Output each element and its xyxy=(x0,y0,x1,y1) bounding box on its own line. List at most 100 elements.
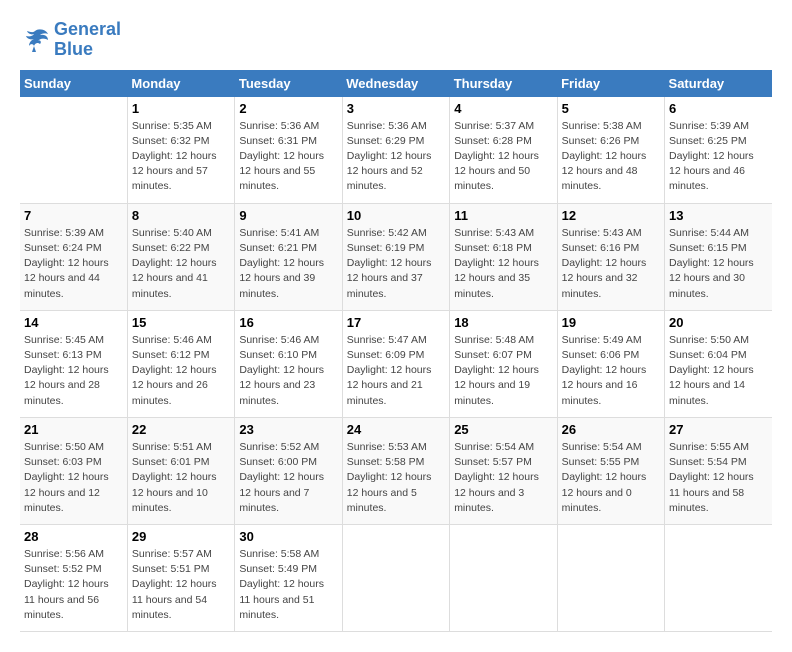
day-number: 6 xyxy=(669,101,768,116)
day-info: Sunrise: 5:44 AM Sunset: 6:15 PM Dayligh… xyxy=(669,226,768,302)
calendar-table: SundayMondayTuesdayWednesdayThursdayFrid… xyxy=(20,70,772,632)
day-cell: 1 Sunrise: 5:35 AM Sunset: 6:32 PM Dayli… xyxy=(127,97,234,204)
day-number: 21 xyxy=(24,422,123,437)
day-number: 2 xyxy=(239,101,337,116)
day-cell: 18 Sunrise: 5:48 AM Sunset: 6:07 PM Dayl… xyxy=(450,310,557,417)
day-number: 25 xyxy=(454,422,552,437)
day-info: Sunrise: 5:55 AM Sunset: 5:54 PM Dayligh… xyxy=(669,440,768,516)
day-info: Sunrise: 5:38 AM Sunset: 6:26 PM Dayligh… xyxy=(562,119,660,195)
day-cell: 28 Sunrise: 5:56 AM Sunset: 5:52 PM Dayl… xyxy=(20,524,127,631)
day-number: 29 xyxy=(132,529,230,544)
day-cell: 12 Sunrise: 5:43 AM Sunset: 6:16 PM Dayl… xyxy=(557,203,664,310)
day-number: 18 xyxy=(454,315,552,330)
day-info: Sunrise: 5:53 AM Sunset: 5:58 PM Dayligh… xyxy=(347,440,445,516)
day-number: 8 xyxy=(132,208,230,223)
day-cell: 27 Sunrise: 5:55 AM Sunset: 5:54 PM Dayl… xyxy=(665,417,772,524)
day-cell: 20 Sunrise: 5:50 AM Sunset: 6:04 PM Dayl… xyxy=(665,310,772,417)
day-cell xyxy=(557,524,664,631)
logo: General Blue xyxy=(20,20,121,60)
day-cell: 7 Sunrise: 5:39 AM Sunset: 6:24 PM Dayli… xyxy=(20,203,127,310)
page-header: General Blue xyxy=(20,20,772,60)
day-cell: 29 Sunrise: 5:57 AM Sunset: 5:51 PM Dayl… xyxy=(127,524,234,631)
day-cell: 10 Sunrise: 5:42 AM Sunset: 6:19 PM Dayl… xyxy=(342,203,449,310)
day-info: Sunrise: 5:52 AM Sunset: 6:00 PM Dayligh… xyxy=(239,440,337,516)
day-header-saturday: Saturday xyxy=(665,70,772,97)
day-number: 28 xyxy=(24,529,123,544)
day-number: 11 xyxy=(454,208,552,223)
day-number: 10 xyxy=(347,208,445,223)
day-cell: 25 Sunrise: 5:54 AM Sunset: 5:57 PM Dayl… xyxy=(450,417,557,524)
day-number: 4 xyxy=(454,101,552,116)
day-cell: 6 Sunrise: 5:39 AM Sunset: 6:25 PM Dayli… xyxy=(665,97,772,204)
day-number: 13 xyxy=(669,208,768,223)
day-header-thursday: Thursday xyxy=(450,70,557,97)
day-cell: 15 Sunrise: 5:46 AM Sunset: 6:12 PM Dayl… xyxy=(127,310,234,417)
day-number: 12 xyxy=(562,208,660,223)
day-number: 19 xyxy=(562,315,660,330)
day-header-friday: Friday xyxy=(557,70,664,97)
day-number: 24 xyxy=(347,422,445,437)
day-cell xyxy=(342,524,449,631)
calendar-header: SundayMondayTuesdayWednesdayThursdayFrid… xyxy=(20,70,772,97)
day-cell: 4 Sunrise: 5:37 AM Sunset: 6:28 PM Dayli… xyxy=(450,97,557,204)
day-info: Sunrise: 5:46 AM Sunset: 6:10 PM Dayligh… xyxy=(239,333,337,409)
day-header-monday: Monday xyxy=(127,70,234,97)
day-cell: 21 Sunrise: 5:50 AM Sunset: 6:03 PM Dayl… xyxy=(20,417,127,524)
day-number: 30 xyxy=(239,529,337,544)
day-number: 23 xyxy=(239,422,337,437)
day-number: 1 xyxy=(132,101,230,116)
day-info: Sunrise: 5:40 AM Sunset: 6:22 PM Dayligh… xyxy=(132,226,230,302)
day-info: Sunrise: 5:46 AM Sunset: 6:12 PM Dayligh… xyxy=(132,333,230,409)
day-info: Sunrise: 5:50 AM Sunset: 6:04 PM Dayligh… xyxy=(669,333,768,409)
day-cell: 14 Sunrise: 5:45 AM Sunset: 6:13 PM Dayl… xyxy=(20,310,127,417)
day-number: 7 xyxy=(24,208,123,223)
day-cell: 13 Sunrise: 5:44 AM Sunset: 6:15 PM Dayl… xyxy=(665,203,772,310)
day-info: Sunrise: 5:42 AM Sunset: 6:19 PM Dayligh… xyxy=(347,226,445,302)
day-cell: 24 Sunrise: 5:53 AM Sunset: 5:58 PM Dayl… xyxy=(342,417,449,524)
day-cell: 30 Sunrise: 5:58 AM Sunset: 5:49 PM Dayl… xyxy=(235,524,342,631)
day-number: 26 xyxy=(562,422,660,437)
day-number: 15 xyxy=(132,315,230,330)
day-info: Sunrise: 5:50 AM Sunset: 6:03 PM Dayligh… xyxy=(24,440,123,516)
day-cell: 26 Sunrise: 5:54 AM Sunset: 5:55 PM Dayl… xyxy=(557,417,664,524)
day-info: Sunrise: 5:39 AM Sunset: 6:25 PM Dayligh… xyxy=(669,119,768,195)
logo-text: General Blue xyxy=(54,20,121,60)
day-cell: 22 Sunrise: 5:51 AM Sunset: 6:01 PM Dayl… xyxy=(127,417,234,524)
day-number: 16 xyxy=(239,315,337,330)
day-header-tuesday: Tuesday xyxy=(235,70,342,97)
day-number: 3 xyxy=(347,101,445,116)
day-number: 9 xyxy=(239,208,337,223)
day-number: 17 xyxy=(347,315,445,330)
day-header-sunday: Sunday xyxy=(20,70,127,97)
day-cell: 11 Sunrise: 5:43 AM Sunset: 6:18 PM Dayl… xyxy=(450,203,557,310)
day-cell xyxy=(450,524,557,631)
day-cell: 17 Sunrise: 5:47 AM Sunset: 6:09 PM Dayl… xyxy=(342,310,449,417)
day-info: Sunrise: 5:51 AM Sunset: 6:01 PM Dayligh… xyxy=(132,440,230,516)
day-info: Sunrise: 5:37 AM Sunset: 6:28 PM Dayligh… xyxy=(454,119,552,195)
day-cell: 5 Sunrise: 5:38 AM Sunset: 6:26 PM Dayli… xyxy=(557,97,664,204)
day-cell: 8 Sunrise: 5:40 AM Sunset: 6:22 PM Dayli… xyxy=(127,203,234,310)
day-info: Sunrise: 5:43 AM Sunset: 6:16 PM Dayligh… xyxy=(562,226,660,302)
day-number: 22 xyxy=(132,422,230,437)
day-info: Sunrise: 5:47 AM Sunset: 6:09 PM Dayligh… xyxy=(347,333,445,409)
week-row-2: 7 Sunrise: 5:39 AM Sunset: 6:24 PM Dayli… xyxy=(20,203,772,310)
week-row-3: 14 Sunrise: 5:45 AM Sunset: 6:13 PM Dayl… xyxy=(20,310,772,417)
day-cell xyxy=(20,97,127,204)
week-row-5: 28 Sunrise: 5:56 AM Sunset: 5:52 PM Dayl… xyxy=(20,524,772,631)
week-row-1: 1 Sunrise: 5:35 AM Sunset: 6:32 PM Dayli… xyxy=(20,97,772,204)
day-info: Sunrise: 5:43 AM Sunset: 6:18 PM Dayligh… xyxy=(454,226,552,302)
day-info: Sunrise: 5:45 AM Sunset: 6:13 PM Dayligh… xyxy=(24,333,123,409)
day-cell: 3 Sunrise: 5:36 AM Sunset: 6:29 PM Dayli… xyxy=(342,97,449,204)
day-info: Sunrise: 5:54 AM Sunset: 5:55 PM Dayligh… xyxy=(562,440,660,516)
day-number: 14 xyxy=(24,315,123,330)
day-info: Sunrise: 5:39 AM Sunset: 6:24 PM Dayligh… xyxy=(24,226,123,302)
week-row-4: 21 Sunrise: 5:50 AM Sunset: 6:03 PM Dayl… xyxy=(20,417,772,524)
day-info: Sunrise: 5:48 AM Sunset: 6:07 PM Dayligh… xyxy=(454,333,552,409)
day-cell: 9 Sunrise: 5:41 AM Sunset: 6:21 PM Dayli… xyxy=(235,203,342,310)
day-info: Sunrise: 5:36 AM Sunset: 6:31 PM Dayligh… xyxy=(239,119,337,195)
day-header-wednesday: Wednesday xyxy=(342,70,449,97)
day-cell xyxy=(665,524,772,631)
day-cell: 16 Sunrise: 5:46 AM Sunset: 6:10 PM Dayl… xyxy=(235,310,342,417)
day-info: Sunrise: 5:49 AM Sunset: 6:06 PM Dayligh… xyxy=(562,333,660,409)
day-number: 5 xyxy=(562,101,660,116)
